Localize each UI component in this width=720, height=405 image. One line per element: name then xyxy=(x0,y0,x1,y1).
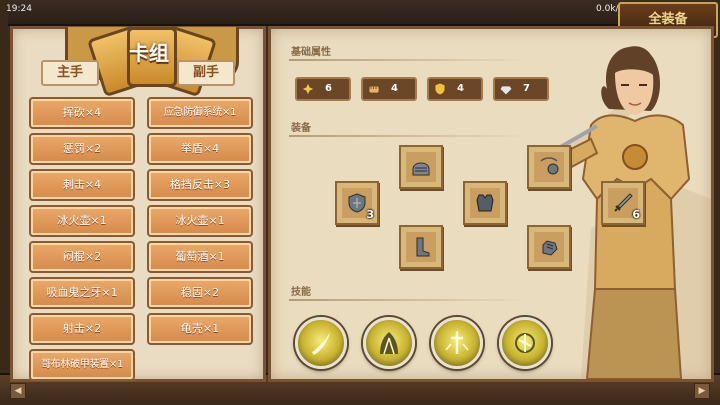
deck-panel: 卡组 主手 副手 挥砍×4 惩罚×2 刺击×4 冰火壶×1 闷棍×2 吸血鬼之牙… xyxy=(10,24,266,382)
status-time: 19:24 xyxy=(6,4,32,14)
equip-slot-armor[interactable] xyxy=(463,181,507,225)
section-divider xyxy=(289,135,529,137)
attributes-label: 基础属性 xyxy=(291,47,331,58)
card-button[interactable]: 闷棍×2 xyxy=(29,241,135,273)
shield-icon xyxy=(433,82,447,96)
radiant-shield-skill-icon xyxy=(515,333,535,353)
scroll-right-arrow[interactable]: ▶ xyxy=(694,383,710,399)
stat-magic: 7 xyxy=(493,77,549,101)
stat-defense: 4 xyxy=(427,77,483,101)
stat-attack: 6 xyxy=(295,77,351,101)
section-divider xyxy=(289,59,529,61)
gauntlet-icon xyxy=(542,240,558,256)
holy-sword-skill-icon xyxy=(445,331,469,354)
sword-star-icon xyxy=(301,82,315,96)
card-button[interactable]: 稳固×2 xyxy=(147,277,253,309)
equipment-label: 装备 xyxy=(291,123,311,134)
boots-icon xyxy=(416,237,430,257)
tab-main-hand[interactable]: 主手 xyxy=(41,60,99,86)
skill-hooded[interactable] xyxy=(363,317,415,369)
skill-slash[interactable] xyxy=(295,317,347,369)
skill-holy-sword[interactable] xyxy=(431,317,483,369)
card-button[interactable]: 葡萄酒×1 xyxy=(147,241,253,273)
character-panel: 基础属性 6 4 4 7 装备 3 6 技能 xyxy=(268,26,714,382)
helmet-icon xyxy=(412,162,430,176)
left-frame xyxy=(0,0,8,405)
card-button[interactable]: 哥布林破甲装置×1 xyxy=(29,349,135,381)
fist-icon xyxy=(367,82,381,96)
card-button[interactable]: 挥砍×4 xyxy=(29,97,135,129)
card-button[interactable]: 格挡反击×3 xyxy=(147,169,253,201)
card-button[interactable]: 吸血鬼之牙×1 xyxy=(29,277,135,309)
card-button[interactable]: 刺击×4 xyxy=(29,169,135,201)
card-button[interactable]: 举盾×4 xyxy=(147,133,253,165)
card-button[interactable]: 龟壳×1 xyxy=(147,313,253,345)
off-hand-card-list: 应急防御系统×1 举盾×4 格挡反击×3 冰火壶×1 葡萄酒×1 稳固×2 龟壳… xyxy=(147,97,253,351)
equip-slot-helmet[interactable] xyxy=(399,145,443,189)
card-button[interactable]: 冰火壶×1 xyxy=(29,205,135,237)
equip-slot-shield[interactable]: 3 xyxy=(335,181,379,225)
amulet-icon xyxy=(540,157,559,175)
section-divider xyxy=(289,299,529,301)
equip-slot-weapon[interactable]: 6 xyxy=(601,181,645,225)
skills-label: 技能 xyxy=(291,287,311,298)
card-button[interactable]: 射击×2 xyxy=(29,313,135,345)
hooded-skill-icon xyxy=(380,332,398,355)
chest-armor-icon xyxy=(476,194,494,212)
equip-slot-gloves[interactable] xyxy=(527,225,571,269)
deck-title: 卡组 xyxy=(129,41,169,65)
card-button[interactable]: 惩罚×2 xyxy=(29,133,135,165)
equip-slot-amulet[interactable] xyxy=(527,145,571,189)
status-bar: 19:24 0.0k/s ≋ 29 xyxy=(0,0,720,18)
card-button[interactable]: 应急防御系统×1 xyxy=(147,97,253,129)
skill-radiant-shield[interactable] xyxy=(499,317,551,369)
scroll-left-arrow[interactable]: ◀ xyxy=(10,383,26,399)
card-button[interactable]: 冰火壶×1 xyxy=(147,205,253,237)
equip-slot-boots[interactable] xyxy=(399,225,443,269)
slash-skill-icon xyxy=(312,332,330,355)
gem-icon xyxy=(499,82,513,96)
game-screen: 19:24 0.0k/s ≋ 29 全装备 卡组 主手 副手 挥砍×4 惩罚×2… xyxy=(0,0,720,405)
stat-strength: 4 xyxy=(361,77,417,101)
main-hand-card-list: 挥砍×4 惩罚×2 刺击×4 冰火壶×1 闷棍×2 吸血鬼之牙×1 射击×2 哥… xyxy=(29,97,135,387)
